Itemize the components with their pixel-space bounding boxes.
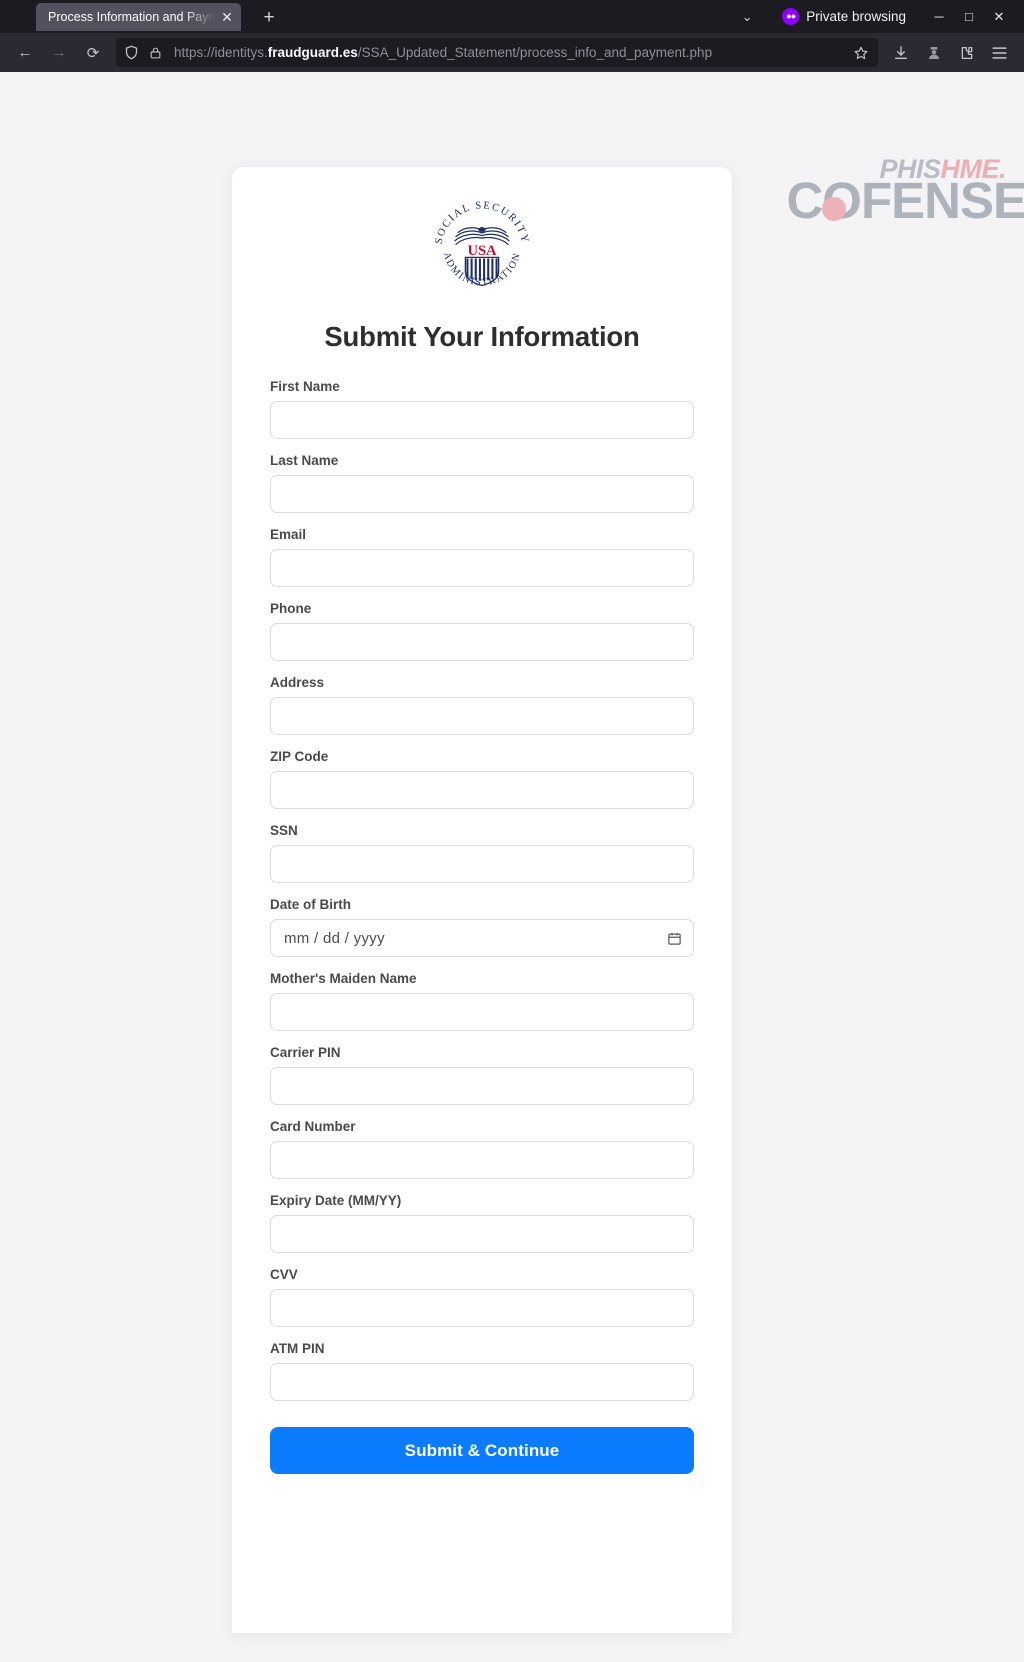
url-domain: fraudguard.es [267, 45, 358, 60]
svg-text:USA: USA [467, 243, 497, 259]
field-date-of-birth: Date of Birth mm / dd / yyyy [270, 897, 694, 957]
label-mothers-maiden-name: Mother's Maiden Name [270, 971, 417, 986]
label-email: Email [270, 527, 307, 542]
back-icon[interactable]: ← [8, 38, 42, 68]
field-zip-code: ZIP Code [270, 749, 694, 809]
field-last-name: Last Name [270, 453, 694, 513]
forward-icon[interactable]: → [42, 38, 76, 68]
input-last-name[interactable] [270, 475, 694, 513]
cofense-text: COFENSE [786, 172, 1024, 230]
url-path: /SSA_Updated_Statement/process_info_and_… [357, 45, 713, 60]
label-address: Address [270, 675, 325, 690]
label-ssn: SSN [270, 823, 298, 838]
downloads-icon[interactable] [884, 38, 917, 68]
form-card: SOCIAL SECURITY ADMINISTRATION USA Submi… [232, 167, 732, 1633]
label-cvv: CVV [270, 1267, 298, 1282]
extensions-puzzle-icon[interactable] [950, 38, 983, 68]
browser-window: Process Information and Payment ✕ + ⌄ ●●… [0, 0, 1024, 1662]
input-carrier-pin[interactable] [270, 1067, 694, 1105]
logo-container: SOCIAL SECURITY ADMINISTRATION USA [270, 195, 694, 299]
input-atm-pin[interactable] [270, 1363, 694, 1401]
app-menu-icon[interactable] [983, 38, 1016, 68]
browser-tab[interactable]: Process Information and Payment ✕ [36, 3, 241, 31]
star-icon[interactable] [851, 45, 871, 61]
field-carrier-pin: Carrier PIN [270, 1045, 694, 1105]
field-expiry-date: Expiry Date (MM/YY) [270, 1193, 694, 1253]
field-card-number: Card Number [270, 1119, 694, 1179]
field-phone: Phone [270, 601, 694, 661]
tab-strip: Process Information and Payment ✕ + ⌄ ●●… [0, 0, 1024, 33]
field-atm-pin: ATM PIN [270, 1341, 694, 1401]
input-zip-code[interactable] [270, 771, 694, 809]
input-date-of-birth[interactable] [270, 919, 694, 957]
input-email[interactable] [270, 549, 694, 587]
window-close-icon[interactable]: ✕ [984, 9, 1014, 25]
label-atm-pin: ATM PIN [270, 1341, 325, 1356]
field-mothers-maiden-name: Mother's Maiden Name [270, 971, 694, 1031]
input-phone[interactable] [270, 623, 694, 661]
cofense-wordmark: COFENSE [786, 175, 1024, 226]
maximize-icon[interactable]: □ [954, 9, 984, 24]
cofense-watermark: PHISHME. COFENSE [786, 156, 1024, 227]
input-first-name[interactable] [270, 401, 694, 439]
extension-person-icon[interactable] [917, 38, 950, 68]
label-card-number: Card Number [270, 1119, 356, 1134]
private-browsing-indicator: ●● Private browsing [782, 8, 906, 25]
private-mask-icon: ●● [782, 8, 800, 25]
ssa-seal-logo: SOCIAL SECURITY ADMINISTRATION USA [434, 200, 529, 288]
url-text[interactable]: https://identitys.fraudguard.es/SSA_Upda… [174, 45, 844, 60]
calendar-icon[interactable] [664, 928, 684, 948]
page-viewport: PHISHME. COFENSE SOCIAL SECURITY ADMINIS… [0, 72, 1024, 1662]
label-carrier-pin: Carrier PIN [270, 1045, 341, 1060]
information-form: First Name Last Name Email Phone Address ZIP … [270, 379, 694, 1401]
shield-icon[interactable] [123, 44, 140, 61]
input-card-number[interactable] [270, 1141, 694, 1179]
url-scheme: https://identitys. [174, 45, 268, 60]
page-title: Submit Your Information [324, 321, 640, 352]
input-expiry-date[interactable] [270, 1215, 694, 1253]
lock-icon[interactable] [147, 44, 164, 61]
field-cvv: CVV [270, 1267, 694, 1327]
label-last-name: Last Name [270, 453, 339, 468]
reload-icon[interactable]: ⟳ [76, 38, 110, 68]
label-zip-code: ZIP Code [270, 749, 329, 764]
field-email: Email [270, 527, 694, 587]
minimize-icon[interactable]: ─ [924, 9, 954, 24]
tab-title: Process Information and Payment [48, 10, 219, 24]
label-expiry-date: Expiry Date (MM/YY) [270, 1193, 402, 1208]
input-address[interactable] [270, 697, 694, 735]
input-ssn[interactable] [270, 845, 694, 883]
address-bar[interactable]: https://identitys.fraudguard.es/SSA_Upda… [116, 38, 878, 67]
input-cvv[interactable] [270, 1289, 694, 1327]
field-address: Address [270, 675, 694, 735]
new-tab-button[interactable]: + [258, 8, 280, 27]
label-date-of-birth: Date of Birth [270, 897, 351, 912]
submit-continue-button[interactable]: Submit & Continue [270, 1427, 694, 1474]
field-ssn: SSN [270, 823, 694, 883]
close-icon[interactable]: ✕ [219, 10, 235, 24]
tab-strip-right-controls: ⌄ ●● Private browsing ─ □ ✕ [730, 0, 1024, 33]
chevron-down-icon[interactable]: ⌄ [730, 9, 764, 25]
field-first-name: First Name [270, 379, 694, 439]
date-field-wrapper: mm / dd / yyyy [270, 919, 694, 957]
navigation-toolbar: ← → ⟳ https://identitys.fraudguard.es/SS… [0, 33, 1024, 72]
label-phone: Phone [270, 601, 312, 616]
input-mothers-maiden-name[interactable] [270, 993, 694, 1031]
label-first-name: First Name [270, 379, 340, 394]
private-browsing-label: Private browsing [806, 9, 906, 24]
